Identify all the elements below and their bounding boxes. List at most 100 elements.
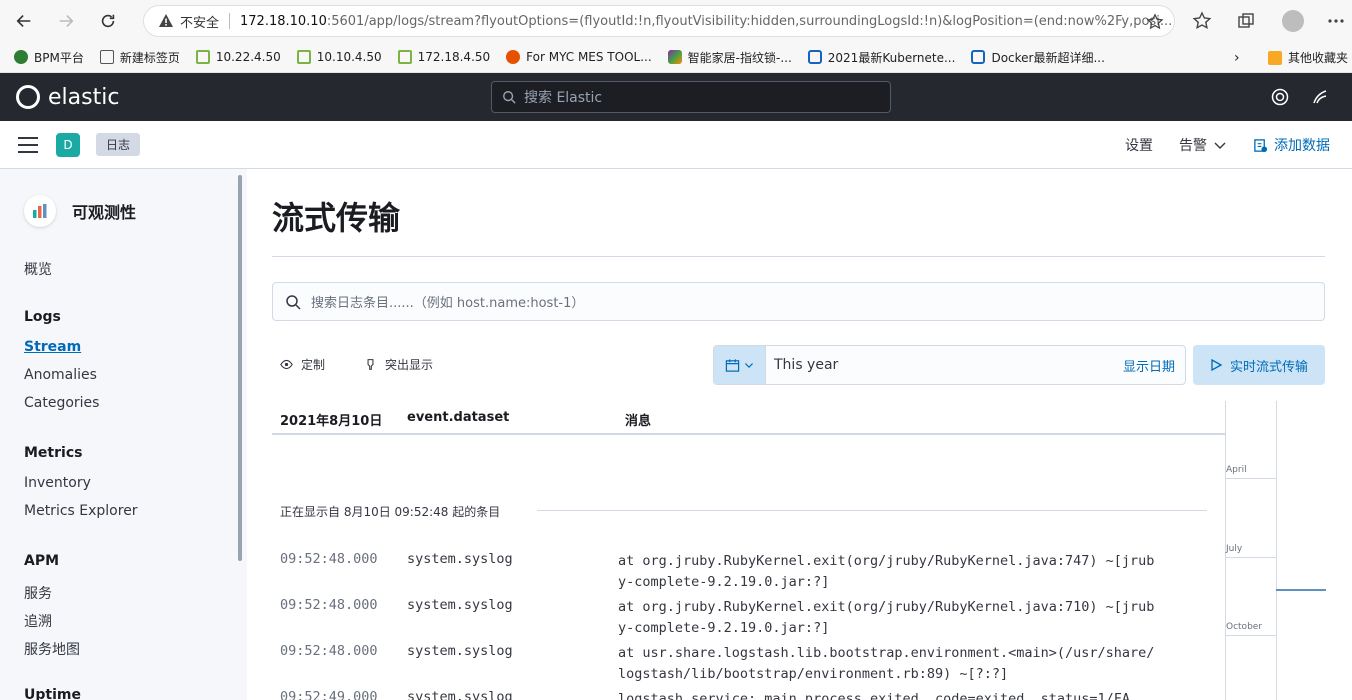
column-header-divider [272,433,1225,435]
bookmark-favicon-icon [195,50,210,64]
help-icon[interactable] [1270,87,1290,107]
back-button[interactable] [6,3,42,39]
search-icon [286,294,301,310]
security-indicator[interactable]: 不安全 [158,12,219,31]
play-icon [1211,359,1222,371]
sidenav-group-uptime: Uptime [24,687,81,700]
page-title: 流式传输 [272,199,401,237]
show-dates-link[interactable]: 显示日期 [1123,356,1175,375]
bookmark-item[interactable]: 10.10.4.50 [289,50,390,64]
address-bar[interactable]: 不安全 172.18.10.10:5601/app/logs/stream?fl… [143,5,1175,37]
live-stream-button[interactable]: 实时流式传输 [1193,345,1325,385]
sidenav-group-metrics: Metrics [24,445,83,461]
bookmark-item[interactable]: 2021最新Kubernete... [800,49,964,66]
minimap-label-july: July [1226,544,1243,554]
bookmark-label: 10.22.4.50 [215,50,281,64]
date-picker[interactable]: This year 显示日期 [713,345,1186,385]
bookmark-item[interactable]: 新建标签页 [92,49,188,66]
highlight-button[interactable]: 突出显示 [364,356,433,373]
minimap-axis [1276,401,1277,700]
bookmark-item[interactable]: 10.22.4.50 [188,50,289,64]
chevron-down-icon [745,363,753,368]
bookmark-label: 2021最新Kubernete... [827,50,956,65]
app-subheader: D 日志 设置 告警 添加数据 [0,121,1352,169]
elastic-logo[interactable]: elastic [16,85,119,110]
column-header-message[interactable]: 消息 [625,410,651,429]
log-timestamp: 09:52:48.000 [280,551,378,567]
sidenav-item-stream[interactable]: Stream [24,339,81,355]
menu-toggle-icon[interactable] [18,136,38,153]
sidenav-item-anomalies[interactable]: Anomalies [24,367,97,383]
space-avatar[interactable]: D [56,132,80,157]
sidenav-group-apm: APM [24,553,60,569]
sidenav-item-overview[interactable]: 概览 [24,259,52,279]
bookmark-favicon-icon [807,50,822,64]
minimap-tick [1226,557,1276,558]
bookmarks-bar: BPM平台 新建标签页 10.22.4.50 10.10.4.50 172.18… [0,42,1352,73]
sidenav-item-service-map[interactable]: 服务地图 [24,639,80,659]
alerts-menu[interactable]: 告警 [1179,135,1227,155]
bookmark-item[interactable]: 智能家居-指纹锁-... [660,49,800,66]
bookmark-label: 172.18.4.50 [417,50,491,64]
sidenav-item-services[interactable]: 服务 [24,583,52,603]
observability-logo-icon [24,195,56,227]
column-header-dataset[interactable]: event.dataset [407,410,509,425]
url-host: 172.18.10.10 [240,13,327,29]
profile-avatar[interactable] [1282,10,1304,32]
global-search-input[interactable]: 搜索 Elastic [491,81,891,113]
add-data-link[interactable]: 添加数据 [1253,135,1330,155]
quick-select-button[interactable] [714,346,766,384]
calendar-icon [725,358,740,372]
log-dataset: system.syslog [407,597,513,613]
bookmark-item[interactable]: For MYC MES TOOL... [498,50,660,64]
breadcrumb[interactable]: 日志 [96,133,141,156]
bookmark-item[interactable]: Docker最新超详细... [963,49,1112,66]
forward-button[interactable] [48,3,84,39]
other-bookmarks-label: 其他收藏夹 [1288,51,1349,65]
elastic-logo-icon [16,85,40,109]
add-data-icon [1254,138,1268,152]
column-header-date[interactable]: 2021年8月10日 [280,410,382,429]
bookmark-favicon-icon [971,50,986,64]
date-range-text[interactable]: This year [774,357,1123,373]
customize-label: 定制 [301,358,326,372]
highlight-label: 突出显示 [385,358,434,372]
bookmark-label: For MYC MES TOOL... [526,50,652,64]
chevron-right-icon[interactable]: › [1234,50,1240,66]
minimap-label-april: April [1226,465,1247,475]
collections-icon[interactable] [1236,11,1256,31]
more-menu-icon[interactable] [1326,11,1346,31]
bookmark-label: BPM平台 [34,50,84,65]
log-timestamp: 09:52:48.000 [280,643,378,659]
customize-button[interactable]: 定制 [280,356,325,373]
sidenav-group-logs: Logs [24,309,61,325]
bookmark-item[interactable]: 172.18.4.50 [390,50,499,64]
add-data-label: 添加数据 [1274,138,1330,154]
sidenav-item-categories[interactable]: Categories [24,395,99,411]
favorite-add-icon[interactable] [1146,13,1164,31]
log-search-placeholder: 搜索日志条目......（例如 host.name:host-1） [311,296,585,311]
sidenav-item-metrics-explorer[interactable]: Metrics Explorer [24,503,138,519]
other-bookmarks[interactable]: 其他收藏夹 [1260,49,1352,66]
sidenav-item-traces[interactable]: 追溯 [24,611,52,631]
favorites-icon[interactable] [1192,11,1212,31]
settings-link[interactable]: 设置 [1125,135,1153,155]
live-stream-label: 实时流式传输 [1229,359,1308,375]
log-search-input[interactable]: 搜索日志条目......（例如 host.name:host-1） [272,282,1325,321]
search-icon [503,91,516,104]
minimap-tick [1226,635,1276,636]
bookmark-label: 10.10.4.50 [316,50,382,64]
sidenav-scrollbar[interactable] [238,175,242,561]
reload-icon [101,14,115,28]
sidenav-title: 可观测性 [24,195,136,227]
minimap-position-marker[interactable] [1276,589,1326,591]
sidenav-item-inventory[interactable]: Inventory [24,475,91,491]
alerts-label: 告警 [1179,138,1207,154]
newsfeed-icon[interactable] [1310,87,1330,107]
sidenav-title-text: 可观测性 [72,203,137,222]
log-minimap[interactable]: April July October [1225,401,1326,700]
bookmark-item[interactable]: BPM平台 [6,49,92,66]
bookmark-label: 新建标签页 [119,50,180,65]
bookmark-favicon-icon [667,50,682,64]
reload-button[interactable] [90,3,126,39]
